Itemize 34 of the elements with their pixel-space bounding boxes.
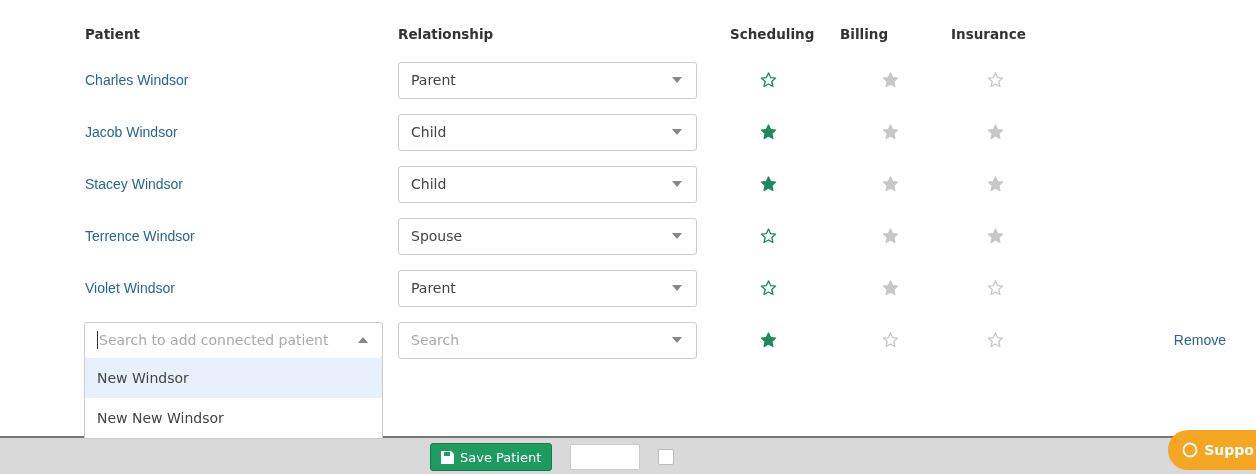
caret-icon (672, 77, 682, 83)
relationship-select[interactable]: Child (398, 113, 697, 151)
patient-link[interactable]: Terrence Windsor (85, 228, 195, 244)
patient-link[interactable]: Stacey Windsor (85, 176, 184, 192)
star-icon[interactable] (759, 228, 777, 244)
caret-icon (358, 337, 368, 343)
remove-link[interactable]: Remove (1173, 332, 1226, 348)
column-header: Billing (840, 26, 889, 42)
input-field[interactable] (570, 444, 641, 470)
column-header: Scheduling (730, 26, 815, 42)
column-header: Relationship (398, 26, 494, 42)
star-icon[interactable] (759, 332, 777, 348)
checkbox[interactable] (658, 449, 675, 465)
column-header: Patient (85, 26, 140, 42)
patient-link[interactable]: Jacob Windsor (85, 124, 178, 140)
dropdown-option[interactable]: New Windsor (85, 357, 382, 398)
save-button[interactable]: Save Patient (430, 443, 553, 471)
relationship-select[interactable]: Parent (398, 61, 697, 99)
relationship-select[interactable]: Parent (398, 269, 697, 307)
relationship-select[interactable]: Spouse (398, 217, 697, 255)
column-header: Insurance (951, 26, 1026, 42)
patient-link[interactable]: Violet Windsor (85, 280, 175, 296)
caret-icon (672, 285, 682, 291)
star-icon[interactable] (759, 176, 777, 192)
star-icon[interactable] (759, 72, 777, 88)
star-icon[interactable] (759, 124, 777, 140)
patient-link[interactable]: Charles Windsor (85, 72, 189, 88)
caret-icon (672, 337, 682, 343)
caret-icon (672, 129, 682, 135)
relationship-select[interactable]: Child (398, 165, 697, 203)
caret-icon (672, 233, 682, 239)
dropdown-option[interactable]: New New Windsor (85, 397, 382, 438)
star-icon[interactable] (759, 280, 777, 296)
caret-icon (672, 181, 682, 187)
